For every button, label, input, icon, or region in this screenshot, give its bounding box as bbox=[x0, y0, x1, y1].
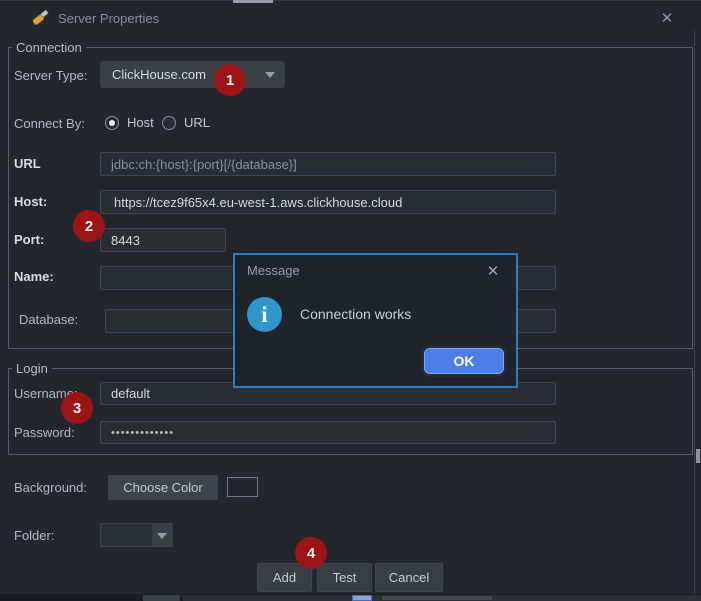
port-input[interactable] bbox=[100, 228, 226, 252]
login-group-label: Login bbox=[12, 361, 52, 376]
folder-label: Folder: bbox=[14, 526, 54, 546]
server-type-dropdown[interactable]: ClickHouse.com bbox=[100, 61, 285, 88]
server-type-label: Server Type: bbox=[14, 66, 87, 86]
message-dialog-close-icon[interactable]: ✕ bbox=[484, 262, 502, 282]
window-right-border bbox=[694, 30, 695, 595]
chevron-down-icon bbox=[157, 533, 167, 539]
message-dialog-title: Message bbox=[247, 262, 300, 280]
connect-by-label: Connect By: bbox=[14, 114, 85, 134]
checkbox-icon bbox=[352, 595, 372, 601]
scrollbar-thumb[interactable] bbox=[696, 449, 700, 463]
background-window-top-fragment bbox=[233, 0, 273, 3]
host-label: Host: bbox=[14, 192, 47, 212]
url-label: URL bbox=[14, 154, 41, 174]
annotation-badge-4: 4 bbox=[295, 537, 327, 569]
password-input[interactable] bbox=[100, 421, 556, 444]
cancel-button[interactable]: Cancel bbox=[375, 563, 443, 592]
host-input[interactable] bbox=[100, 190, 556, 214]
folder-dropdown[interactable] bbox=[100, 523, 173, 547]
connection-group-label: Connection bbox=[12, 40, 86, 55]
background-window-top-edge bbox=[0, 0, 701, 1]
choose-color-button[interactable]: Choose Color bbox=[108, 475, 218, 500]
window-close-icon[interactable]: ✕ bbox=[658, 9, 676, 29]
radio-host-label: Host bbox=[127, 115, 154, 130]
background-label: Background: bbox=[14, 478, 87, 498]
annotation-badge-3: 3 bbox=[61, 392, 93, 424]
test-button[interactable]: Test bbox=[317, 563, 372, 592]
radio-button-url-icon bbox=[162, 116, 176, 130]
database-label: Database: bbox=[19, 310, 78, 330]
background-window-fragment bbox=[143, 595, 180, 601]
clipped-text-fragment bbox=[382, 596, 492, 600]
info-icon: i bbox=[247, 297, 282, 332]
chevron-down-icon bbox=[265, 72, 275, 78]
window-title: Server Properties bbox=[58, 10, 159, 28]
annotation-badge-1: 1 bbox=[214, 64, 246, 96]
password-label: Password: bbox=[14, 423, 75, 443]
message-dialog: Message ✕ i Connection works OK bbox=[233, 253, 518, 388]
port-label: Port: bbox=[14, 230, 44, 250]
radio-url-label: URL bbox=[184, 115, 210, 130]
annotation-badge-2: 2 bbox=[73, 210, 105, 242]
ok-button[interactable]: OK bbox=[424, 348, 504, 374]
url-input[interactable] bbox=[100, 152, 556, 176]
color-swatch[interactable] bbox=[227, 477, 258, 497]
server-type-value: ClickHouse.com bbox=[112, 67, 206, 82]
connect-by-radio-host[interactable]: Host bbox=[105, 115, 154, 130]
radio-button-host-icon bbox=[105, 116, 119, 130]
message-dialog-text: Connection works bbox=[300, 305, 411, 323]
name-label: Name: bbox=[14, 267, 54, 287]
server-properties-window: Server Properties ✕ Connection Server Ty… bbox=[0, 0, 701, 601]
server-properties-icon bbox=[30, 8, 50, 28]
connect-by-radio-url[interactable]: URL bbox=[162, 115, 210, 130]
